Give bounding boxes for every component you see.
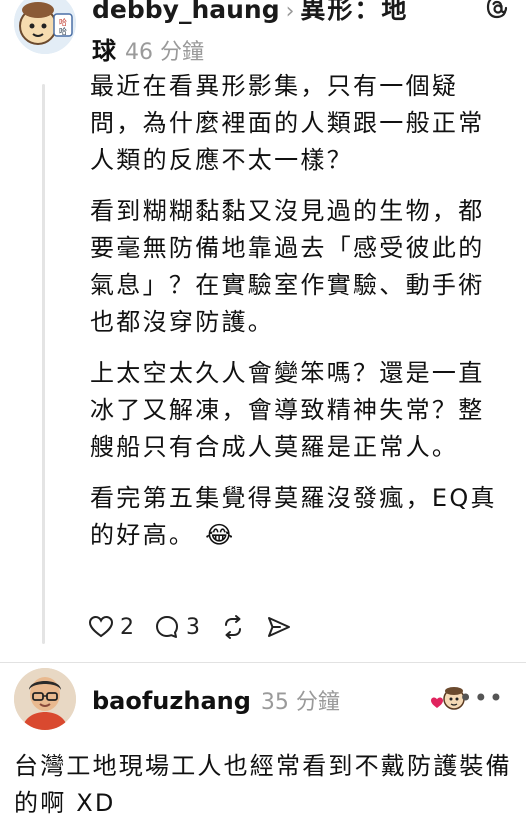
comment-count: 3 <box>186 614 200 640</box>
thread-connector-line <box>42 84 45 644</box>
comment-icon <box>154 614 180 640</box>
post-paragraph: 上太空太久人會變笨嗎？還是一直冰了又解凍，會導致精神失常？整艘船只有合成人莫羅是… <box>90 359 485 461</box>
topic-tag-continued[interactable]: 球 46 分鐘 <box>92 31 204 66</box>
post-header: debby_haung › 異形：地 <box>92 0 512 26</box>
repost-icon <box>220 614 246 640</box>
topic-tag[interactable]: 異形：地 <box>300 0 408 24</box>
reply-text: 台灣工地現場工人也經常看到不戴防護裝備的啊 XD <box>14 752 512 817</box>
more-icon[interactable]: ••• <box>459 684 504 712</box>
heart-icon <box>88 615 114 639</box>
timestamp: 46 分鐘 <box>125 40 204 65</box>
chevron-right-icon: › <box>285 0 295 24</box>
svg-text:哈: 哈 <box>59 26 67 36</box>
action-bar: 2 3 <box>88 610 292 644</box>
repost-button[interactable] <box>220 614 246 640</box>
like-count: 2 <box>120 614 134 640</box>
post-paragraph: 看完第五集覺得莫羅沒發瘋，EQ真的好高。 😂 <box>90 484 497 549</box>
post-divider <box>0 662 526 663</box>
like-button[interactable]: 2 <box>88 615 134 640</box>
comment-button[interactable]: 3 <box>154 614 200 640</box>
avatar[interactable] <box>14 668 76 730</box>
post-paragraph: 看到糊糊黏黏又沒見過的生物，都要毫無防備地靠過去「感受彼此的氣息」？在實驗室作實… <box>90 197 485 336</box>
post-header: baofuzhang 35 分鐘 <box>92 684 340 716</box>
avatar[interactable]: 哈 哈 <box>14 0 76 54</box>
threads-logo-icon <box>484 0 510 20</box>
username[interactable]: debby_haung <box>92 0 280 24</box>
share-button[interactable] <box>266 614 292 640</box>
timestamp: 35 分鐘 <box>260 690 340 715</box>
share-icon <box>266 614 292 640</box>
svg-text:哈: 哈 <box>59 17 67 27</box>
post-paragraph: 最近在看異形影集，只有一個疑問，為什麼裡面的人類跟一般正常人類的反應不太一樣？ <box>90 72 485 174</box>
username[interactable]: baofuzhang <box>92 687 251 715</box>
post-body: 最近在看異形影集，只有一個疑問，為什麼裡面的人類跟一般正常人類的反應不太一樣？ … <box>90 68 500 568</box>
